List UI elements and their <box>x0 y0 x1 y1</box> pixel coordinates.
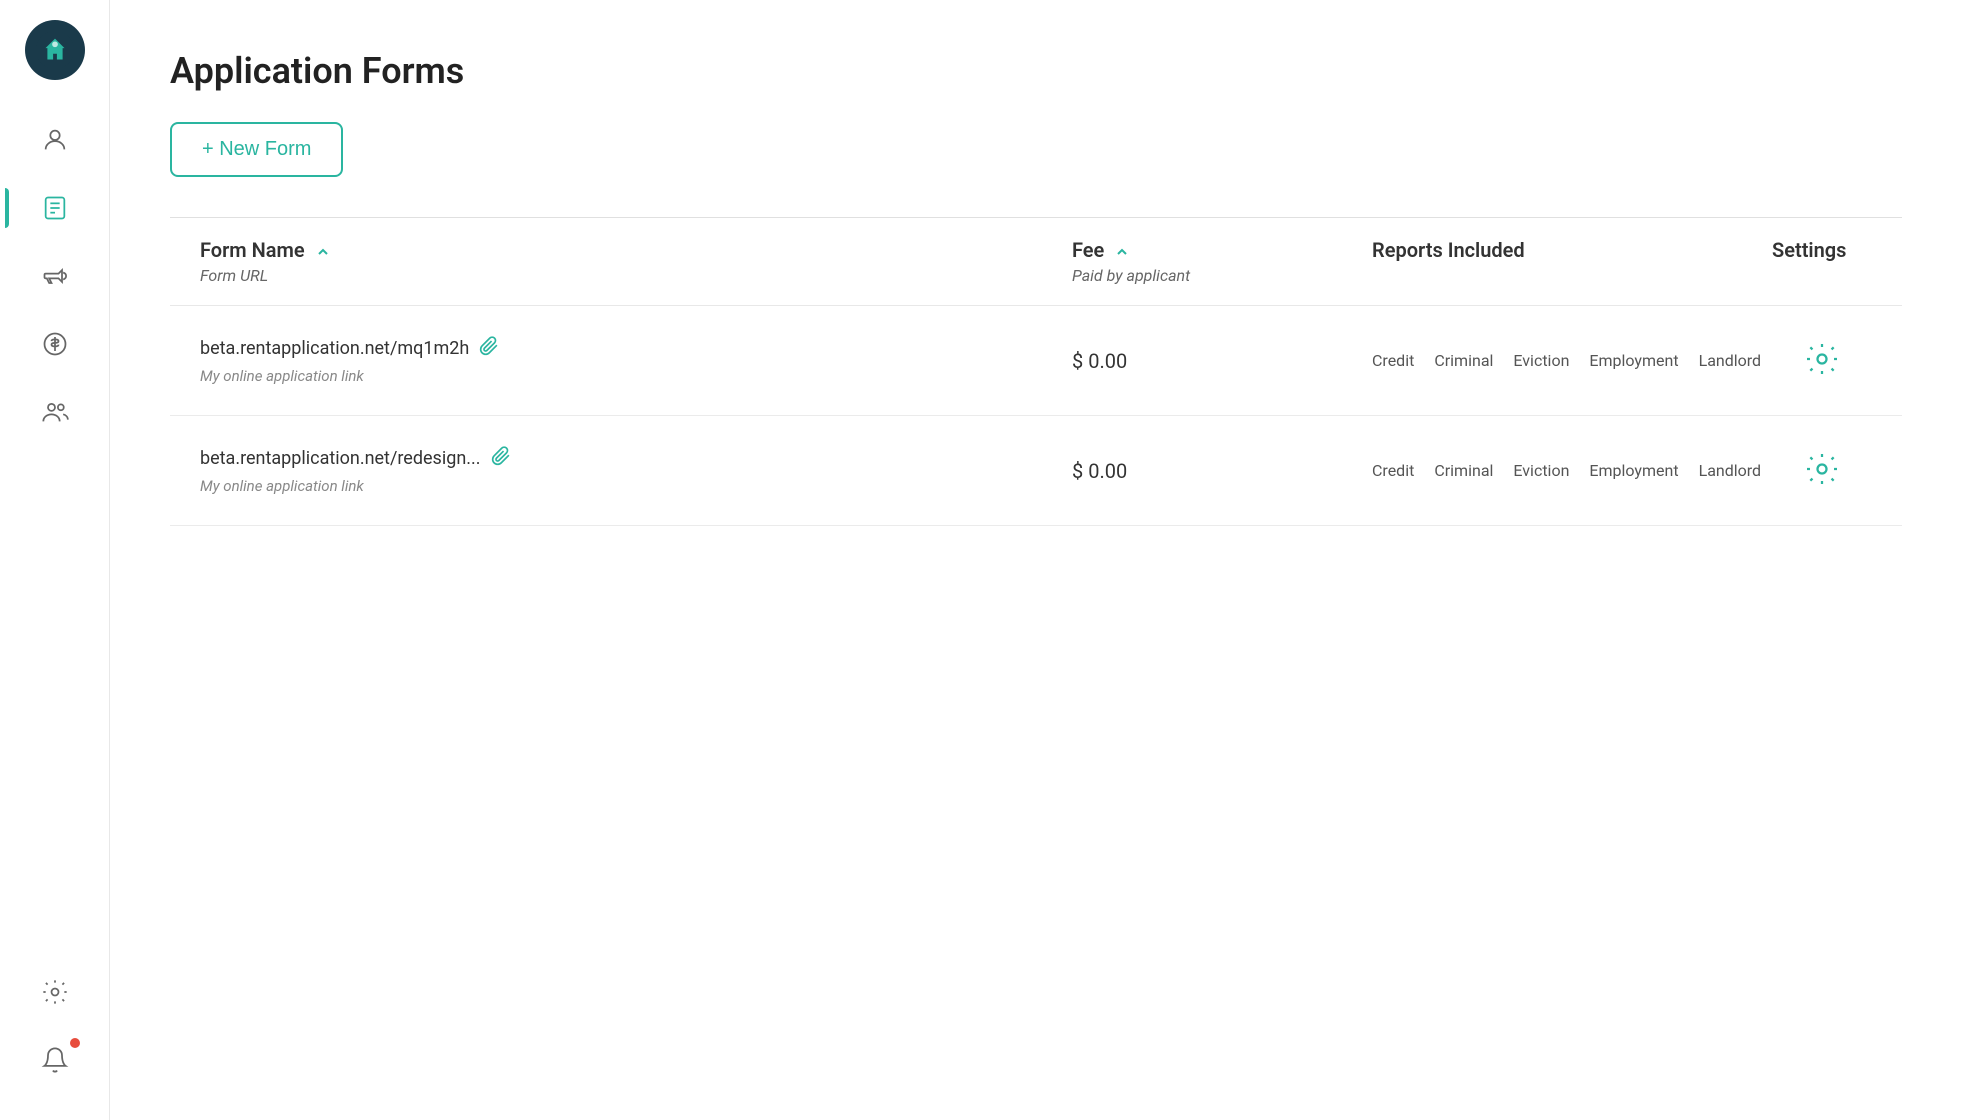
form-url-text-0: beta.rentapplication.net/mq1m2h <box>200 338 469 359</box>
form-url-cell-0: beta.rentapplication.net/mq1m2h My onlin… <box>200 336 1072 385</box>
fee-cell-1: $ 0.00 <box>1072 459 1372 483</box>
main-content: Application Forms + New Form Form Name F… <box>110 0 1962 1120</box>
settings-gear-icon[interactable] <box>1804 451 1840 491</box>
settings-cell-1 <box>1772 451 1872 491</box>
table-row: beta.rentapplication.net/redesign... My … <box>170 416 1902 526</box>
table-row: beta.rentapplication.net/mq1m2h My onlin… <box>170 306 1902 416</box>
sidebar <box>0 0 110 1120</box>
sidebar-navigation <box>0 110 109 952</box>
report-tag-eviction: Eviction <box>1513 461 1569 480</box>
settings-gear-icon[interactable] <box>1804 341 1840 381</box>
sidebar-item-settings[interactable] <box>20 962 90 1022</box>
report-tag-landlord: Landlord <box>1699 351 1762 370</box>
header-settings: Settings <box>1772 238 1872 285</box>
table-body: beta.rentapplication.net/mq1m2h My onlin… <box>170 306 1902 526</box>
sidebar-item-notifications[interactable] <box>20 1030 90 1090</box>
report-tag-landlord: Landlord <box>1699 461 1762 480</box>
reports-cell-0: Credit Criminal Eviction Employment Landlord <box>1372 351 1772 370</box>
form-url-cell-1: beta.rentapplication.net/redesign... My … <box>200 446 1072 495</box>
sidebar-bottom <box>20 962 90 1100</box>
reports-cell-1: Credit Criminal Eviction Employment Landlord <box>1372 461 1772 480</box>
new-form-button[interactable]: + New Form <box>170 122 343 177</box>
fee-cell-0: $ 0.00 <box>1072 349 1372 373</box>
report-tag-credit: Credit <box>1372 461 1414 480</box>
paperclip-icon[interactable] <box>479 336 499 361</box>
app-logo[interactable] <box>25 20 85 80</box>
form-url-link-0[interactable]: beta.rentapplication.net/mq1m2h <box>200 336 1072 361</box>
report-tag-employment: Employment <box>1589 351 1678 370</box>
sidebar-item-team[interactable] <box>20 382 90 442</box>
table-header: Form Name Form URL Fee Paid by applicant… <box>170 218 1902 306</box>
header-fee: Fee Paid by applicant <box>1072 238 1372 285</box>
report-tag-criminal: Criminal <box>1434 461 1493 480</box>
report-tag-credit: Credit <box>1372 351 1414 370</box>
form-url-sub-0: My online application link <box>200 367 1072 385</box>
paperclip-icon[interactable] <box>491 446 511 471</box>
header-form-name: Form Name Form URL <box>200 238 1072 285</box>
sidebar-item-payments[interactable] <box>20 314 90 374</box>
report-tag-employment: Employment <box>1589 461 1678 480</box>
form-url-link-1[interactable]: beta.rentapplication.net/redesign... <box>200 446 1072 471</box>
sort-icon-form-name <box>316 245 330 259</box>
notification-badge <box>70 1038 80 1048</box>
page-title: Application Forms <box>170 50 1902 92</box>
sidebar-item-marketing[interactable] <box>20 246 90 306</box>
form-url-text-1: beta.rentapplication.net/redesign... <box>200 448 481 469</box>
form-url-sub-1: My online application link <box>200 477 1072 495</box>
sidebar-item-forms[interactable] <box>20 178 90 238</box>
header-reports: Reports Included <box>1372 238 1772 285</box>
settings-cell-0 <box>1772 341 1872 381</box>
sort-icon-fee <box>1115 245 1129 259</box>
report-tag-criminal: Criminal <box>1434 351 1493 370</box>
report-tag-eviction: Eviction <box>1513 351 1569 370</box>
sidebar-item-person[interactable] <box>20 110 90 170</box>
